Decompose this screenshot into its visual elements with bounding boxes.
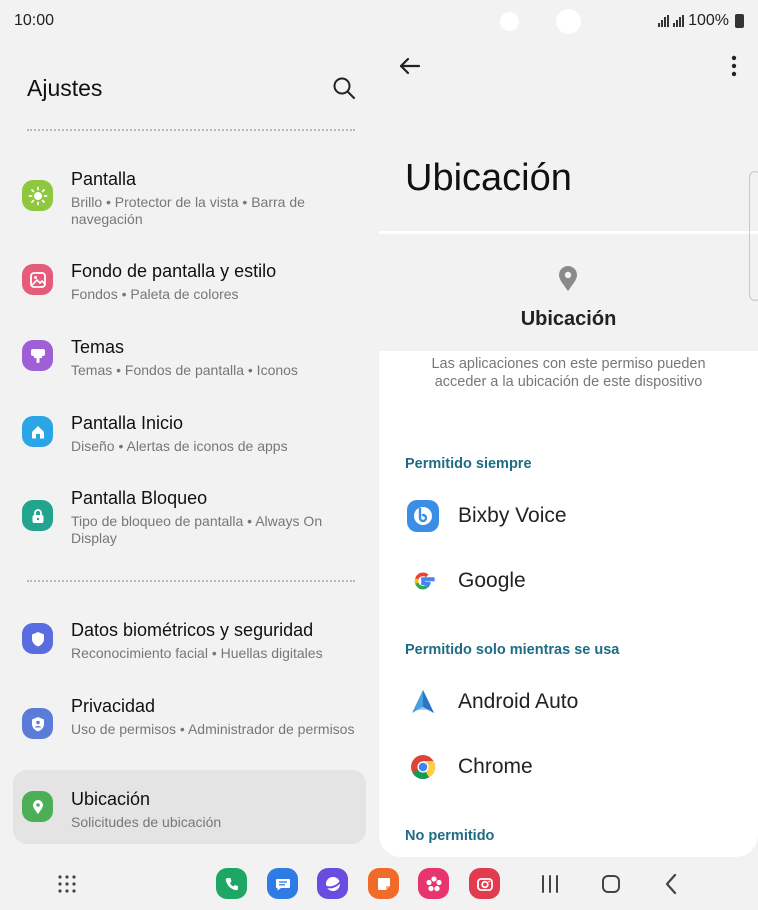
settings-item-subtitle: Solicitudes de ubicación — [71, 814, 222, 830]
shield-icon — [22, 623, 53, 654]
settings-item-subtitle: Brillo • Protector de la vista • Barra d… — [71, 194, 305, 227]
camera-cutout — [500, 12, 519, 31]
settings-item-privacidad[interactable]: Privacidad Uso de permisos • Administrad… — [13, 682, 366, 762]
more-options-icon[interactable] — [725, 53, 743, 79]
settings-item-subtitle: Tipo de bloqueo de pantalla • Always On … — [71, 513, 323, 546]
settings-item-title: Ubicación — [71, 789, 151, 809]
home-icon[interactable] — [599, 872, 623, 896]
divider — [27, 129, 355, 131]
settings-item-title: Temas — [71, 337, 125, 357]
status-time: 10:00 — [14, 12, 55, 29]
settings-list-pane: Ajustes Pantalla Brillo • Protector de l… — [0, 44, 379, 856]
section-heading-allowed-always: Permitido siempre — [405, 456, 532, 472]
privacy-icon — [22, 708, 53, 739]
settings-item-title: Datos biométricos y seguridad — [71, 620, 314, 640]
camera-cutout-main — [556, 9, 581, 34]
apps-grid-icon[interactable] — [57, 874, 77, 894]
settings-item-subtitle: Temas • Fondos de pantalla • Iconos — [71, 362, 298, 378]
app-name: Google — [458, 569, 526, 592]
card-title: Ubicación — [520, 308, 617, 330]
settings-item-ubicacion[interactable]: Ubicación Solicitudes de ubicación — [13, 770, 366, 844]
settings-item-title: Pantalla Bloqueo — [71, 488, 208, 508]
google-icon — [414, 572, 435, 590]
app-row-chrome[interactable]: Chrome — [379, 739, 758, 795]
home-screen-icon — [22, 416, 53, 447]
brightness-icon — [22, 180, 53, 211]
location-icon — [22, 791, 53, 822]
permission-description: Las aplicaciones con este permiso pueden… — [431, 356, 706, 390]
themes-icon — [22, 340, 53, 371]
settings-item-fondo[interactable]: Fondo de pantalla y estilo Fondos • Pale… — [13, 249, 366, 311]
wallpaper-icon — [22, 264, 53, 295]
settings-item-pantalla-bloqueo[interactable]: Pantalla Bloqueo Tipo de bloqueo de pant… — [13, 474, 366, 554]
settings-item-title: Pantalla — [71, 169, 137, 189]
settings-item-subtitle: Reconocimiento facial • Huellas digitale… — [71, 645, 323, 661]
settings-title: Ajustes — [27, 75, 103, 101]
section-heading-allowed-while-in-use: Permitido solo mientras se usa — [405, 642, 620, 658]
detail-header — [379, 35, 758, 231]
app-name: Android Auto — [458, 690, 579, 713]
app-row-bixby-voice[interactable]: Bixby Voice — [379, 488, 758, 544]
settings-item-title: Privacidad — [71, 696, 156, 716]
messages-icon[interactable] — [267, 868, 298, 899]
notes-icon[interactable] — [368, 868, 399, 899]
lock-icon — [22, 500, 53, 531]
edge-panel-handle[interactable] — [749, 171, 758, 301]
status-indicators: 100% — [658, 12, 744, 30]
settings-item-title: Pantalla Inicio — [71, 413, 184, 433]
back-arrow-icon[interactable] — [395, 51, 425, 81]
section-heading-not-allowed: No permitido — [405, 828, 495, 844]
back-icon[interactable] — [660, 872, 684, 896]
camera-icon[interactable] — [469, 868, 500, 899]
battery-percent: 100% — [688, 12, 729, 29]
settings-item-pantalla-inicio[interactable]: Pantalla Inicio Diseño • Alertas de icon… — [13, 401, 366, 463]
recents-icon[interactable] — [538, 872, 562, 896]
page-title: Ubicación — [405, 157, 572, 199]
settings-item-biometricos[interactable]: Datos biométricos y seguridad Reconocimi… — [13, 608, 366, 670]
app-name: Bixby Voice — [458, 504, 567, 527]
divider — [27, 580, 355, 582]
app-row-android-auto[interactable]: Android Auto — [379, 674, 758, 730]
android-auto-icon — [412, 690, 434, 713]
app-name: Chrome — [458, 755, 533, 778]
taskbar — [0, 856, 758, 910]
internet-icon[interactable] — [317, 868, 348, 899]
bixby-voice-icon — [407, 500, 439, 532]
location-pin-icon — [559, 266, 577, 291]
signal-icon — [658, 15, 670, 27]
location-card — [379, 234, 758, 351]
settings-item-subtitle: Uso de permisos • Administrador de permi… — [71, 721, 355, 737]
settings-item-temas[interactable]: Temas Temas • Fondos de pantalla • Icono… — [13, 325, 366, 387]
battery-icon — [735, 14, 744, 28]
search-icon[interactable] — [330, 74, 358, 102]
settings-item-pantalla[interactable]: Pantalla Brillo • Protector de la vista … — [13, 154, 366, 234]
signal-icon-2 — [673, 15, 685, 27]
gallery-icon[interactable] — [418, 868, 449, 899]
settings-item-title: Fondo de pantalla y estilo — [71, 261, 277, 281]
app-row-google[interactable]: Google — [379, 553, 758, 609]
settings-item-subtitle: Fondos • Paleta de colores — [71, 286, 239, 302]
phone-icon[interactable] — [216, 868, 247, 899]
settings-item-subtitle: Diseño • Alertas de iconos de apps — [71, 438, 288, 454]
location-detail-pane: Ubicación Ubicación Las aplicaciones con… — [379, 35, 758, 857]
chrome-icon — [411, 755, 435, 780]
